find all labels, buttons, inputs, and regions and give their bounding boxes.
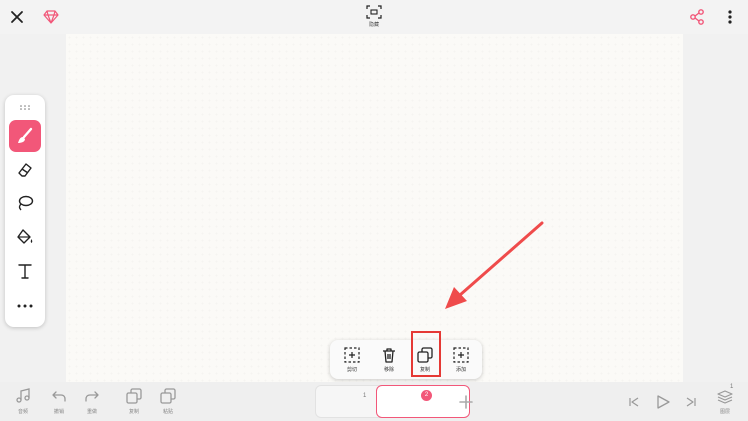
- undo-label: 撤销: [53, 409, 64, 415]
- hide-ui-label: 隐藏: [368, 22, 379, 28]
- redo-label: 重做: [86, 409, 97, 415]
- diamond-icon[interactable]: [42, 8, 60, 26]
- close-icon[interactable]: [8, 8, 26, 26]
- layers-label: 图层: [719, 409, 730, 415]
- fill-tool[interactable]: [9, 221, 41, 253]
- frame-thumbnail-2[interactable]: 2: [376, 385, 470, 418]
- remove-label: 移除: [383, 367, 394, 373]
- copy-frame-button[interactable]: 复制: [122, 388, 146, 418]
- add-frame-icon[interactable]: [458, 394, 474, 410]
- paste-icon: [160, 388, 176, 404]
- paint-bucket-icon: [17, 229, 33, 244]
- drawing-canvas[interactable]: [66, 34, 683, 382]
- add-button[interactable]: 添加: [446, 343, 476, 376]
- skip-to-end-icon[interactable]: [684, 395, 698, 409]
- paste-frame-label: 粘贴: [162, 409, 173, 415]
- layers-button[interactable]: 1 图层: [713, 384, 737, 418]
- more-vertical-icon[interactable]: [722, 8, 738, 26]
- frame-number: 1: [363, 393, 367, 399]
- share-icon[interactable]: [688, 8, 706, 26]
- layers-count: 1: [730, 384, 734, 390]
- music-note-icon: [16, 388, 30, 403]
- audio-label: 音频: [17, 409, 28, 415]
- frame-context-menu: 剪切 移除 复制 添加: [330, 340, 482, 379]
- audio-button[interactable]: 音频: [11, 388, 35, 418]
- lasso-tool[interactable]: [9, 187, 41, 219]
- cut-label: 剪切: [346, 367, 357, 373]
- hide-ui-icon[interactable]: [365, 4, 383, 20]
- cut-selection-icon: [344, 347, 360, 363]
- top-bar: 隐藏: [0, 0, 748, 34]
- brush-tool[interactable]: [9, 120, 41, 152]
- skip-to-start-icon[interactable]: [627, 395, 641, 409]
- tool-panel: [5, 95, 45, 327]
- eraser-icon: [18, 163, 32, 177]
- undo-button[interactable]: 撤销: [47, 388, 71, 418]
- more-horizontal-icon: [17, 304, 33, 308]
- text-tool[interactable]: [9, 255, 41, 287]
- text-icon: [18, 264, 32, 279]
- remove-button[interactable]: 移除: [374, 343, 404, 376]
- trash-icon: [383, 348, 395, 363]
- undo-icon: [52, 391, 66, 402]
- copy-frame-label: 复制: [128, 409, 139, 415]
- cut-button[interactable]: 剪切: [337, 343, 367, 376]
- more-tools[interactable]: [9, 290, 41, 322]
- frame-number-badge: 2: [421, 390, 432, 401]
- lasso-icon: [18, 195, 34, 211]
- add-label: 添加: [455, 367, 466, 373]
- paste-frame-button[interactable]: 粘贴: [156, 388, 180, 418]
- redo-icon: [85, 391, 99, 402]
- brush-icon: [18, 127, 33, 143]
- play-icon[interactable]: [654, 393, 672, 411]
- redo-button[interactable]: 重做: [80, 388, 104, 418]
- copy-frame-icon: [126, 388, 142, 404]
- layers-icon: [717, 390, 733, 404]
- bottom-bar: 音频 撤销 重做 复制 粘贴 1 2 1 图层: [0, 382, 748, 421]
- annotation-highlight-box: [411, 331, 441, 377]
- drag-handle-icon[interactable]: [19, 103, 31, 111]
- eraser-tool[interactable]: [9, 154, 41, 186]
- add-selection-icon: [453, 347, 469, 363]
